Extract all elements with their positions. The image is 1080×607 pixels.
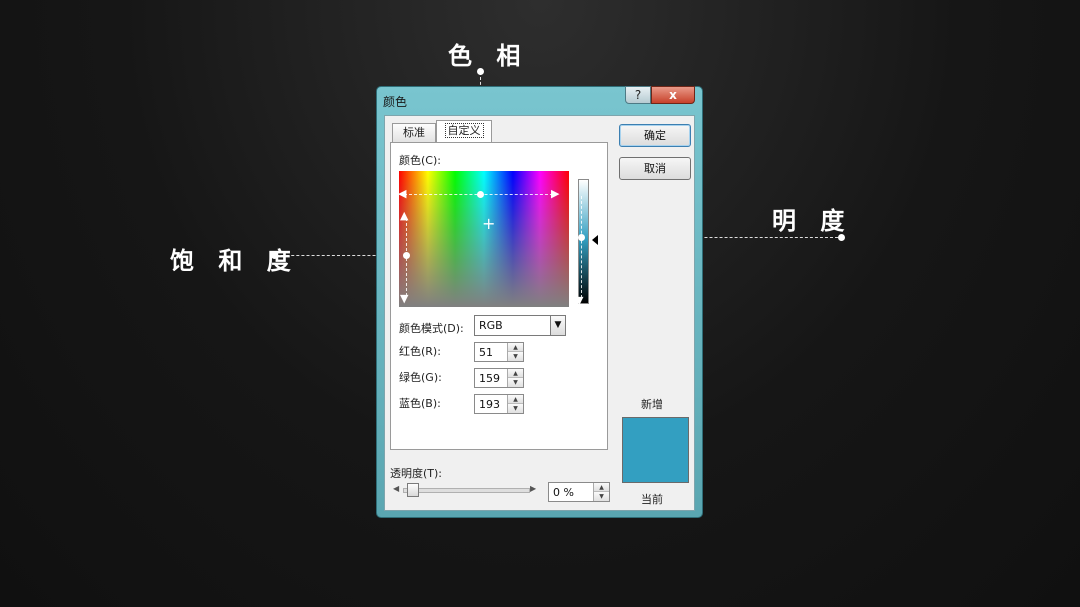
color-label: 颜色(C):	[399, 154, 441, 167]
slider-right-arrow-icon[interactable]: ▶	[530, 484, 536, 493]
red-stepper[interactable]: 51 ▲ ▼	[474, 342, 524, 362]
transparency-value: 0 %	[553, 486, 574, 499]
transparency-label: 透明度(T):	[390, 467, 443, 480]
transparency-slider-thumb[interactable]	[407, 483, 419, 497]
help-button[interactable]: ?	[625, 86, 651, 104]
blue-label: 蓝色(B):	[399, 397, 441, 410]
brightness-annotation-dot	[838, 234, 845, 241]
red-value: 51	[479, 346, 493, 359]
luminance-slider[interactable]	[578, 179, 589, 304]
caret-down-icon[interactable]: ▼	[508, 378, 523, 387]
transparency-slider-track[interactable]	[403, 488, 530, 493]
green-value: 159	[479, 372, 500, 385]
caret-up-icon[interactable]: ▲	[508, 395, 523, 404]
cancel-button[interactable]: 取消	[619, 157, 691, 180]
brightness-marker-dot	[578, 234, 585, 241]
blue-value: 193	[479, 398, 500, 411]
color-mode-label: 颜色模式(D):	[399, 322, 464, 335]
current-color-swatch	[622, 450, 689, 483]
chevron-down-icon[interactable]: ▼	[550, 316, 565, 335]
hue-right-arrow-icon: ▶	[551, 187, 560, 200]
hue-saturation-picker[interactable]: +	[399, 171, 569, 307]
saturation-up-arrow-icon: ▲	[400, 209, 409, 222]
caret-down-icon[interactable]: ▼	[508, 352, 523, 361]
red-stepper-buttons: ▲ ▼	[507, 343, 523, 361]
hue-annotation: 色 相	[448, 42, 529, 70]
color-mode-select[interactable]: RGB ▼	[474, 315, 566, 336]
saturation-marker-dot	[403, 252, 410, 259]
slide-background: { "annotations": { "hue": "色 相", "satura…	[0, 0, 1080, 607]
luminance-pointer-icon[interactable]	[592, 235, 598, 245]
dialog-client-area: 标准 自定义 颜色(C): + 颜色模式(D): RGB ▼ 红色(R): 51…	[384, 115, 695, 511]
new-color-swatch	[622, 417, 689, 450]
transparency-stepper[interactable]: 0 % ▲ ▼	[548, 482, 610, 502]
color-dialog: 颜色 ? x 标准 自定义 颜色(C): + 颜色模式(D): RGB ▼ 红色…	[376, 86, 703, 518]
blue-stepper-buttons: ▲ ▼	[507, 395, 523, 413]
green-stepper-buttons: ▲ ▼	[507, 369, 523, 387]
caret-down-icon[interactable]: ▼	[594, 492, 609, 501]
blue-stepper[interactable]: 193 ▲ ▼	[474, 394, 524, 414]
caret-down-icon[interactable]: ▼	[508, 404, 523, 413]
caret-up-icon[interactable]: ▲	[594, 483, 609, 492]
ok-button[interactable]: 确定	[619, 124, 691, 147]
slider-left-arrow-icon[interactable]: ◀	[393, 484, 399, 493]
hue-left-arrow-icon: ◀	[398, 187, 407, 200]
green-label: 绿色(G):	[399, 371, 442, 384]
new-color-label: 新增	[641, 398, 663, 411]
caret-up-icon[interactable]: ▲	[508, 369, 523, 378]
tab-custom-label: 自定义	[444, 123, 484, 138]
transparency-stepper-buttons: ▲ ▼	[593, 483, 609, 501]
red-label: 红色(R):	[399, 345, 441, 358]
brightness-range-line	[581, 196, 582, 298]
tab-custom[interactable]: 自定义	[436, 120, 492, 143]
caret-up-icon[interactable]: ▲	[508, 343, 523, 352]
current-color-label: 当前	[641, 493, 663, 506]
brightness-down-arrow-icon: ▼	[575, 294, 584, 307]
tab-standard-label: 标准	[403, 126, 425, 139]
crosshair-icon: +	[482, 214, 496, 233]
dialog-title: 颜色	[383, 95, 408, 109]
green-stepper[interactable]: 159 ▲ ▼	[474, 368, 524, 388]
tab-standard[interactable]: 标准	[392, 123, 436, 142]
saturation-annotation: 饱 和 度	[170, 247, 299, 275]
brightness-annotation: 明 度	[772, 207, 853, 235]
hue-marker-dot	[477, 191, 484, 198]
saturation-down-arrow-icon: ▼	[400, 292, 409, 305]
color-mode-value: RGB	[479, 319, 503, 332]
close-button[interactable]: x	[651, 86, 695, 104]
